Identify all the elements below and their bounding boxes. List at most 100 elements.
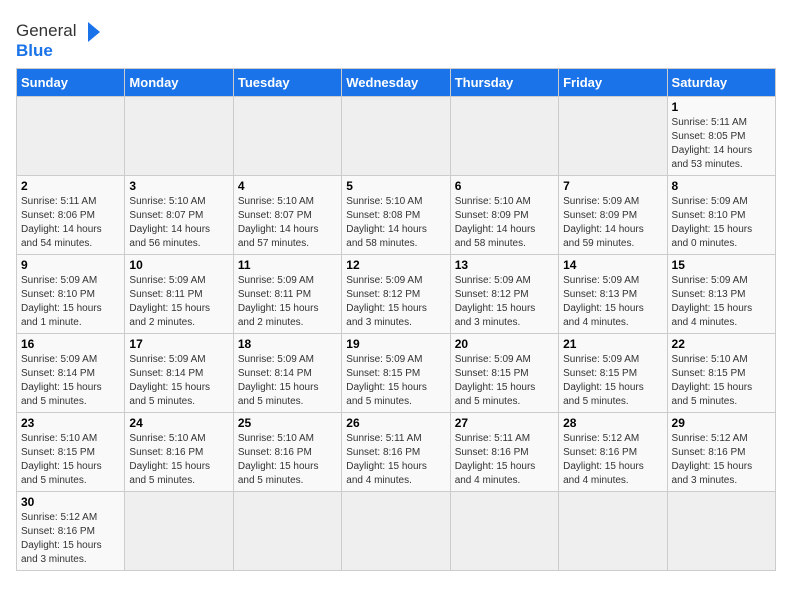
day-number: 16 — [21, 337, 120, 351]
day-number: 24 — [129, 416, 228, 430]
day-cell — [233, 97, 341, 176]
day-headers-row: SundayMondayTuesdayWednesdayThursdayFrid… — [17, 69, 776, 97]
day-cell: 3 Sunrise: 5:10 AMSunset: 8:07 PMDaylight… — [125, 176, 233, 255]
day-info: Sunrise: 5:10 AMSunset: 8:07 PMDaylight:… — [238, 195, 337, 251]
day-number: 30 — [21, 495, 120, 509]
day-info: Sunrise: 5:09 AMSunset: 8:15 PMDaylight:… — [455, 353, 554, 409]
day-cell: 2 Sunrise: 5:11 AMSunset: 8:06 PMDaylight… — [17, 176, 125, 255]
day-number: 29 — [672, 416, 771, 430]
day-number: 15 — [672, 258, 771, 272]
day-number: 6 — [455, 179, 554, 193]
day-number: 28 — [563, 416, 662, 430]
day-info: Sunrise: 5:10 AMSunset: 8:08 PMDaylight:… — [346, 195, 445, 251]
day-cell — [17, 97, 125, 176]
day-cell: 10Sunrise: 5:09 AMSunset: 8:11 PMDayligh… — [125, 255, 233, 334]
week-row-4: 16 Sunrise: 5:09 AMSunset: 8:14 PMDayligh… — [17, 334, 776, 413]
day-number: 25 — [238, 416, 337, 430]
day-cell: 6 Sunrise: 5:10 AMSunset: 8:09 PMDaylight… — [450, 176, 558, 255]
svg-text:General: General — [16, 21, 76, 40]
week-row-6: 30 Sunrise: 5:12 AMSunset: 8:16 PMDayligh… — [17, 492, 776, 571]
day-info: Sunrise: 5:10 AMSunset: 8:15 PMDaylight:… — [21, 432, 120, 488]
day-number: 18 — [238, 337, 337, 351]
day-info: Sunrise: 5:09 AMSunset: 8:10 PMDaylight:… — [21, 274, 120, 330]
day-cell: 13Sunrise: 5:09 AMSunset: 8:12 PMDayligh… — [450, 255, 558, 334]
day-info: Sunrise: 5:09 AMSunset: 8:13 PMDaylight:… — [672, 274, 771, 330]
day-number: 19 — [346, 337, 445, 351]
day-number: 2 — [21, 179, 120, 193]
day-info: Sunrise: 5:09 AMSunset: 8:15 PMDaylight:… — [346, 353, 445, 409]
day-cell: 24 Sunrise: 5:10 AMSunset: 8:16 PMDayligh… — [125, 413, 233, 492]
day-cell: 22Sunrise: 5:10 AMSunset: 8:15 PMDayligh… — [667, 334, 775, 413]
day-info: Sunrise: 5:10 AMSunset: 8:16 PMDaylight:… — [129, 432, 228, 488]
day-number: 4 — [238, 179, 337, 193]
day-info: Sunrise: 5:09 AMSunset: 8:10 PMDaylight:… — [672, 195, 771, 251]
general-blue-logo: GeneralBlue — [16, 16, 106, 60]
header-friday: Friday — [559, 69, 667, 97]
day-number: 20 — [455, 337, 554, 351]
day-number: 21 — [563, 337, 662, 351]
day-cell: 5Sunrise: 5:10 AMSunset: 8:08 PMDaylight… — [342, 176, 450, 255]
day-info: Sunrise: 5:10 AMSunset: 8:15 PMDaylight:… — [672, 353, 771, 409]
day-cell: 29 Sunrise: 5:12 AMSunset: 8:16 PMDayligh… — [667, 413, 775, 492]
week-row-2: 2 Sunrise: 5:11 AMSunset: 8:06 PMDaylight… — [17, 176, 776, 255]
day-cell: 7 Sunrise: 5:09 AMSunset: 8:09 PMDaylight… — [559, 176, 667, 255]
day-info: Sunrise: 5:09 AMSunset: 8:11 PMDaylight:… — [238, 274, 337, 330]
day-cell: 18 Sunrise: 5:09 AMSunset: 8:14 PMDayligh… — [233, 334, 341, 413]
day-cell — [342, 492, 450, 571]
day-info: Sunrise: 5:11 AMSunset: 8:05 PMDaylight:… — [672, 116, 771, 172]
day-number: 11 — [238, 258, 337, 272]
day-cell — [125, 492, 233, 571]
day-number: 7 — [563, 179, 662, 193]
day-cell: 4 Sunrise: 5:10 AMSunset: 8:07 PMDaylight… — [233, 176, 341, 255]
day-number: 23 — [21, 416, 120, 430]
day-cell: 30 Sunrise: 5:12 AMSunset: 8:16 PMDayligh… — [17, 492, 125, 571]
logo: GeneralBlue — [16, 16, 106, 60]
day-cell — [450, 492, 558, 571]
week-row-1: 1 Sunrise: 5:11 AMSunset: 8:05 PMDaylight… — [17, 97, 776, 176]
day-info: Sunrise: 5:11 AMSunset: 8:16 PMDaylight:… — [346, 432, 445, 488]
day-cell: 19 Sunrise: 5:09 AMSunset: 8:15 PMDayligh… — [342, 334, 450, 413]
day-cell: 26Sunrise: 5:11 AMSunset: 8:16 PMDayligh… — [342, 413, 450, 492]
day-info: Sunrise: 5:09 AMSunset: 8:13 PMDaylight:… — [563, 274, 662, 330]
header-tuesday: Tuesday — [233, 69, 341, 97]
day-number: 12 — [346, 258, 445, 272]
svg-text:Blue: Blue — [16, 41, 53, 60]
day-info: Sunrise: 5:09 AMSunset: 8:14 PMDaylight:… — [238, 353, 337, 409]
week-row-5: 23 Sunrise: 5:10 AMSunset: 8:15 PMDayligh… — [17, 413, 776, 492]
header-wednesday: Wednesday — [342, 69, 450, 97]
day-info: Sunrise: 5:09 AMSunset: 8:09 PMDaylight:… — [563, 195, 662, 251]
day-cell — [125, 97, 233, 176]
day-info: Sunrise: 5:09 AMSunset: 8:15 PMDaylight:… — [563, 353, 662, 409]
header-thursday: Thursday — [450, 69, 558, 97]
header-sunday: Sunday — [17, 69, 125, 97]
day-cell: 17Sunrise: 5:09 AMSunset: 8:14 PMDayligh… — [125, 334, 233, 413]
day-cell: 12 Sunrise: 5:09 AMSunset: 8:12 PMDayligh… — [342, 255, 450, 334]
day-info: Sunrise: 5:09 AMSunset: 8:12 PMDaylight:… — [455, 274, 554, 330]
day-cell: 16 Sunrise: 5:09 AMSunset: 8:14 PMDayligh… — [17, 334, 125, 413]
day-number: 10 — [129, 258, 228, 272]
page-header: GeneralBlue — [16, 16, 776, 60]
day-number: 9 — [21, 258, 120, 272]
day-cell: 21 Sunrise: 5:09 AMSunset: 8:15 PMDayligh… — [559, 334, 667, 413]
day-cell: 23 Sunrise: 5:10 AMSunset: 8:15 PMDayligh… — [17, 413, 125, 492]
day-cell: 14 Sunrise: 5:09 AMSunset: 8:13 PMDayligh… — [559, 255, 667, 334]
day-info: Sunrise: 5:09 AMSunset: 8:14 PMDaylight:… — [21, 353, 120, 409]
day-cell: 28Sunrise: 5:12 AMSunset: 8:16 PMDayligh… — [559, 413, 667, 492]
day-info: Sunrise: 5:11 AMSunset: 8:16 PMDaylight:… — [455, 432, 554, 488]
day-info: Sunrise: 5:09 AMSunset: 8:14 PMDaylight:… — [129, 353, 228, 409]
header-saturday: Saturday — [667, 69, 775, 97]
day-cell — [342, 97, 450, 176]
day-number: 1 — [672, 100, 771, 114]
calendar-table: SundayMondayTuesdayWednesdayThursdayFrid… — [16, 68, 776, 571]
day-info: Sunrise: 5:11 AMSunset: 8:06 PMDaylight:… — [21, 195, 120, 251]
day-info: Sunrise: 5:12 AMSunset: 8:16 PMDaylight:… — [21, 511, 120, 567]
day-info: Sunrise: 5:10 AMSunset: 8:09 PMDaylight:… — [455, 195, 554, 251]
day-info: Sunrise: 5:09 AMSunset: 8:12 PMDaylight:… — [346, 274, 445, 330]
day-cell: 1 Sunrise: 5:11 AMSunset: 8:05 PMDaylight… — [667, 97, 775, 176]
day-info: Sunrise: 5:10 AMSunset: 8:07 PMDaylight:… — [129, 195, 228, 251]
day-number: 27 — [455, 416, 554, 430]
day-number: 14 — [563, 258, 662, 272]
day-cell: 8Sunrise: 5:09 AMSunset: 8:10 PMDaylight… — [667, 176, 775, 255]
day-number: 3 — [129, 179, 228, 193]
day-info: Sunrise: 5:12 AMSunset: 8:16 PMDaylight:… — [672, 432, 771, 488]
